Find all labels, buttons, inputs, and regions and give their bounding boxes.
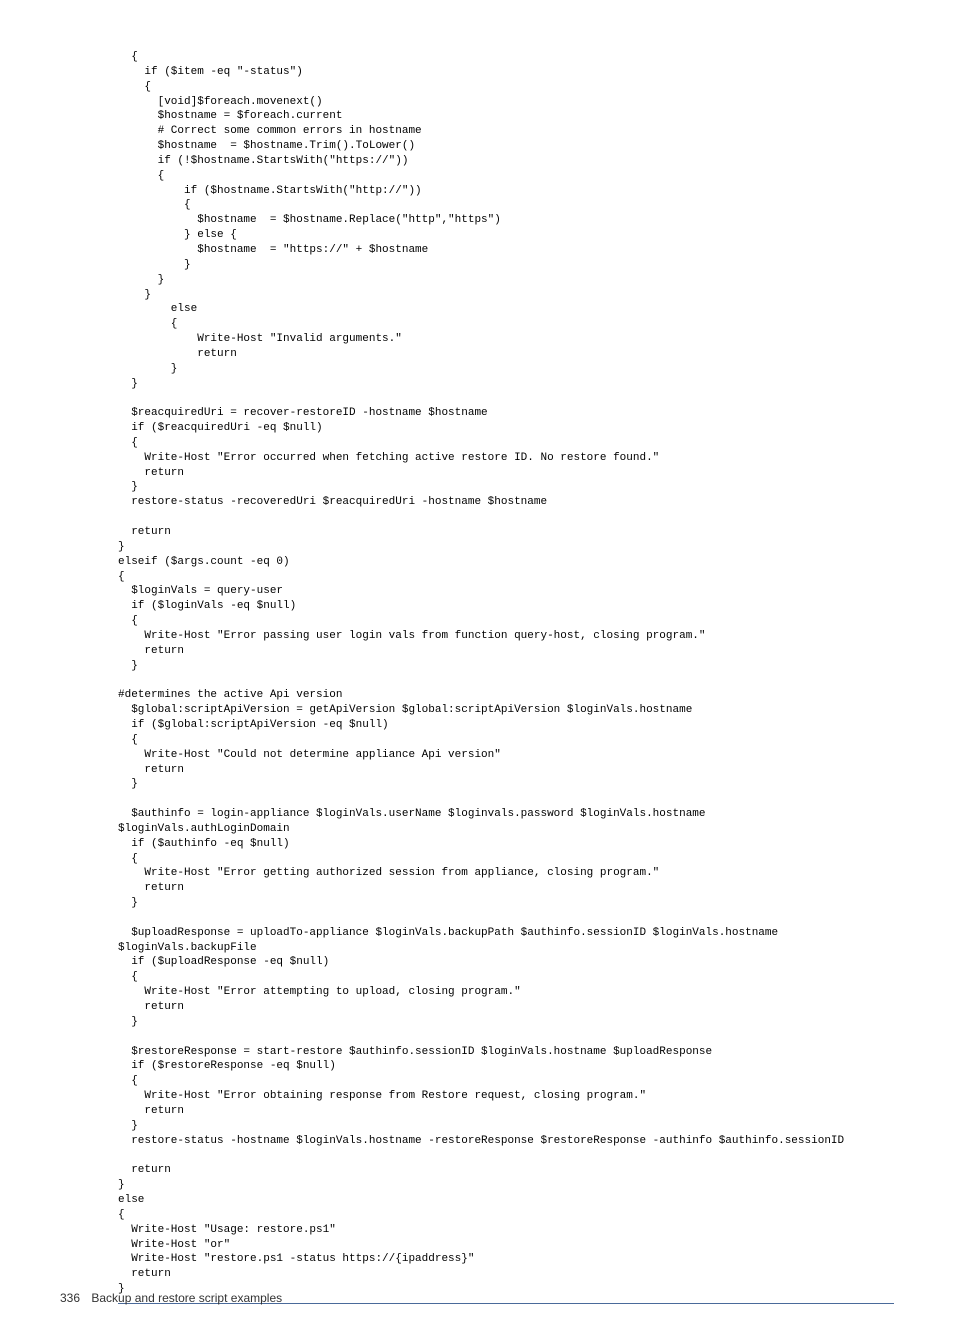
page: { if ($item -eq "-status") { [void]$fore…	[0, 0, 954, 1334]
page-footer: 336 Backup and restore script examples	[60, 1290, 282, 1306]
section-title: Backup and restore script examples	[91, 1291, 282, 1305]
code-block: { if ($item -eq "-status") { [void]$fore…	[118, 50, 894, 1297]
page-number: 336	[60, 1291, 80, 1305]
